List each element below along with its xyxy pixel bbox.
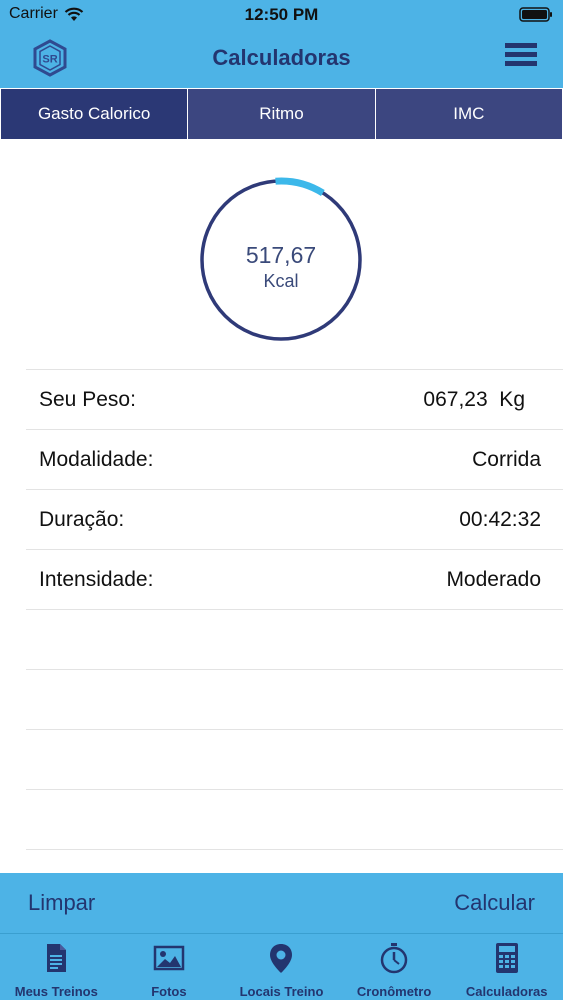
duration-label: Duração: [39,508,125,531]
stopwatch-icon [380,943,408,974]
calculate-button[interactable]: Calcular [454,890,535,916]
tabbar-label: Fotos [151,984,187,999]
duration-value[interactable]: 00:42:32 [459,508,541,532]
weight-value[interactable]: 067,23 Kg [423,388,525,412]
photo-icon [153,945,185,971]
top-bar: Carrier 12:50 PM SR Calculadoras [0,0,563,88]
intensity-label: Intensidade: [39,568,154,591]
screen: Carrier 12:50 PM SR Calculadoras Gasto C… [0,0,563,1000]
modality-value[interactable]: Corrida [472,448,541,472]
tabbar-item-cronometro[interactable]: Cronômetro [338,934,451,1000]
tabbar-item-calculadoras[interactable]: Calculadoras [450,934,563,1000]
empty-row [26,669,563,729]
tabbar-item-fotos[interactable]: Fotos [113,934,226,1000]
tabbar-label: Meus Treinos [14,984,98,999]
intensity-row[interactable]: Intensidade: Moderado [26,549,563,609]
gauge-progress-arc [275,177,325,197]
intensity-value[interactable]: Moderado [446,568,541,592]
calorie-gauge-area: 517,67 Kcal [0,140,563,370]
action-bar: Limpar Calcular [0,873,563,933]
tabbar-label: Calculadoras [465,984,548,999]
empty-row [26,729,563,789]
menu-icon[interactable] [505,43,537,71]
modality-row[interactable]: Modalidade: Corrida [26,429,563,489]
input-list: Seu Peso: 067,23 Kg Modalidade: Corrida … [0,369,563,909]
calculator-tabs: Gasto Calorico Ritmo IMC [0,88,563,140]
tab-ritmo[interactable]: Ritmo [188,89,375,139]
calorie-value: 517,67 [245,242,317,268]
bottom-tab-bar: Meus Treinos Fotos Locais Treino Cronôme… [0,933,563,1000]
tab-gasto-calorico[interactable]: Gasto Calorico [1,89,188,139]
weight-row[interactable]: Seu Peso: 067,23 Kg [26,369,563,429]
clear-button[interactable]: Limpar [28,890,95,916]
status-time: 12:50 PM [244,5,319,24]
status-bar: Carrier 12:50 PM [0,0,563,30]
nav-bar: SR Calculadoras [0,30,563,88]
tab-imc[interactable]: IMC [375,89,562,139]
calorie-unit: Kcal [263,271,299,291]
weight-label: Seu Peso: [39,388,136,411]
empty-row [26,789,563,849]
tabbar-item-meus-treinos[interactable]: Meus Treinos [0,934,113,1000]
duration-row[interactable]: Duração: 00:42:32 [26,489,563,549]
tabbar-item-locais-treino[interactable]: Locais Treino [225,934,338,1000]
document-icon [47,944,67,972]
modality-label: Modalidade: [39,448,154,471]
tabbar-label: Locais Treino [239,984,324,999]
calculator-icon [495,943,518,973]
tabbar-label: Cronômetro [356,984,432,999]
page-title: Calculadoras [212,45,351,70]
empty-row [26,609,563,669]
location-pin-icon [270,944,293,973]
battery-icon [519,7,553,27]
